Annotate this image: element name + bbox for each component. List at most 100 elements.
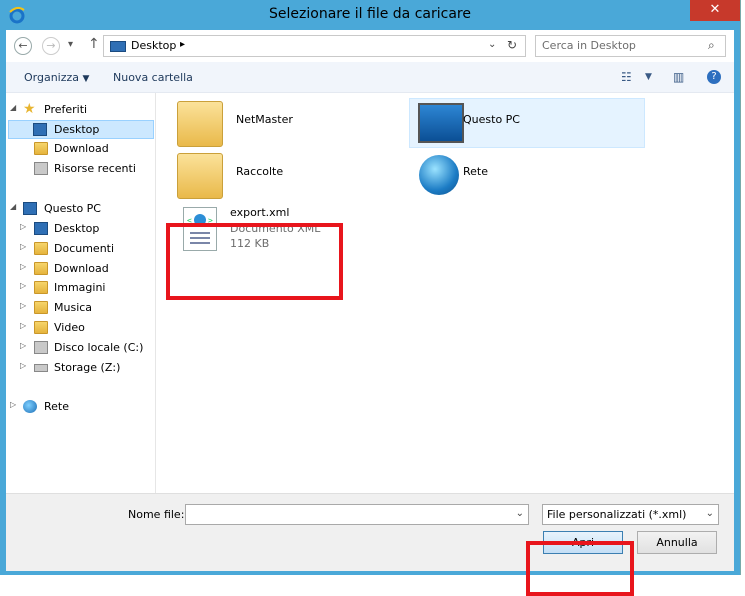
file-tile-netmaster[interactable]: NetMaster xyxy=(169,99,399,149)
highlight-box-open xyxy=(526,541,634,596)
preview-pane-icon[interactable]: ▥ xyxy=(673,70,684,84)
tree-label: Documenti xyxy=(54,242,115,255)
title-bar[interactable]: Selezionare il file da caricare ✕ xyxy=(0,0,740,30)
up-arrow-icon[interactable]: ↑ xyxy=(88,36,100,52)
tree-label: Rete xyxy=(44,400,69,413)
address-path[interactable]: Desktop xyxy=(131,39,176,52)
documents-folder-icon xyxy=(34,242,48,255)
filename-input[interactable]: ⌄ xyxy=(185,504,529,525)
tree-label: Desktop xyxy=(54,123,100,136)
computer-icon xyxy=(418,103,464,143)
file-name: export.xml xyxy=(230,206,290,219)
expand-chevron-icon[interactable]: ▷ xyxy=(20,321,26,330)
tree-item-local-disk[interactable]: ▷ Disco locale (C:) xyxy=(20,339,152,358)
network-globe-icon xyxy=(23,400,37,413)
tree-label: Preferiti xyxy=(44,103,88,116)
filename-label: Nome file: xyxy=(128,508,185,521)
tree-network[interactable]: ▷ Rete xyxy=(10,398,150,417)
navigation-pane: ◢ ★ Preferiti Desktop Download Risorse r… xyxy=(6,93,156,493)
dialog-footer: Nome file: ⌄ File personalizzati (*.xml)… xyxy=(6,493,734,596)
music-folder-icon xyxy=(34,301,48,314)
expand-chevron-icon[interactable]: ▷ xyxy=(10,400,16,409)
search-input[interactable]: Cerca in Desktop ⌕ xyxy=(535,35,726,57)
tree-item-recent[interactable]: Risorse recenti xyxy=(10,160,150,179)
download-folder-icon xyxy=(34,142,48,155)
tree-item-downloads[interactable]: ▷ Download xyxy=(20,260,150,279)
view-options-icon[interactable]: ☷ xyxy=(621,70,632,84)
dialog-title: Selezionare il file da caricare xyxy=(269,6,471,22)
video-folder-icon xyxy=(34,321,48,334)
file-type-filter-select[interactable]: File personalizzati (*.xml) ⌄ xyxy=(542,504,719,525)
hard-drive-icon xyxy=(34,341,48,354)
tree-label: Disco locale (C:) xyxy=(54,341,144,354)
tree-item-desktop-favorite[interactable]: Desktop xyxy=(8,120,154,139)
expand-chevron-icon[interactable]: ▷ xyxy=(20,281,26,290)
cancel-button[interactable]: Annulla xyxy=(637,531,717,554)
path-separator-chevron-icon[interactable]: ▸ xyxy=(180,39,185,50)
window-edge xyxy=(740,0,745,575)
desktop-icon xyxy=(34,222,48,235)
tree-this-pc[interactable]: ◢ Questo PC xyxy=(10,200,150,219)
recent-locations-chevron-icon[interactable]: ▾ xyxy=(68,39,73,50)
tree-item-storage[interactable]: ▷ Storage (Z:) xyxy=(20,359,150,378)
file-tile-this-pc[interactable]: Questo PC xyxy=(409,98,645,148)
tree-label: Musica xyxy=(54,301,93,314)
forward-arrow-icon[interactable]: → xyxy=(42,37,60,55)
file-dialog-window: Selezionare il file da caricare ✕ ← → ▾ … xyxy=(0,0,740,596)
chevron-down-icon: ▼ xyxy=(82,74,90,84)
star-icon: ★ xyxy=(23,101,36,117)
tree-favorites[interactable]: ◢ ★ Preferiti xyxy=(10,101,150,120)
tree-item-download-favorite[interactable]: Download xyxy=(10,140,150,159)
tree-label: Download xyxy=(54,262,109,275)
filter-dropdown-chevron-icon[interactable]: ⌄ xyxy=(706,508,714,519)
refresh-icon[interactable]: ↻ xyxy=(507,38,517,52)
file-name: Raccolte xyxy=(236,165,284,178)
close-button[interactable]: ✕ xyxy=(690,0,740,21)
address-field[interactable]: Desktop ▸ ⌄ ↻ xyxy=(103,35,526,57)
recent-places-icon xyxy=(34,162,48,175)
expand-chevron-icon[interactable]: ▷ xyxy=(20,341,26,350)
desktop-icon xyxy=(33,123,47,136)
search-placeholder: Cerca in Desktop xyxy=(542,39,636,52)
tree-label: Immagini xyxy=(54,281,106,294)
new-folder-button[interactable]: Nuova cartella xyxy=(113,71,193,84)
tree-label: Risorse recenti xyxy=(54,162,136,175)
tree-item-music[interactable]: ▷ Musica xyxy=(20,299,150,318)
tree-label: Desktop xyxy=(54,222,100,235)
tree-item-desktop[interactable]: ▷ Desktop xyxy=(20,220,150,239)
view-options-chevron-icon[interactable]: ▼ xyxy=(645,72,652,82)
tree-label: Storage (Z:) xyxy=(54,361,121,374)
highlight-box-file xyxy=(166,223,343,300)
computer-icon xyxy=(23,202,37,215)
tree-label: Video xyxy=(54,321,85,334)
pictures-folder-icon xyxy=(34,281,48,294)
command-toolbar: Organizza ▼ Nuova cartella ☷ ▼ ▥ ? xyxy=(6,62,734,93)
expand-chevron-icon[interactable]: ▷ xyxy=(20,361,26,370)
user-folder-icon xyxy=(177,101,223,147)
tree-item-pictures[interactable]: ▷ Immagini xyxy=(20,279,150,298)
file-name: NetMaster xyxy=(236,113,293,126)
file-name: Rete xyxy=(463,165,488,178)
help-icon[interactable]: ? xyxy=(707,70,721,84)
file-tile-network[interactable]: Rete xyxy=(409,151,645,201)
organize-button[interactable]: Organizza ▼ xyxy=(24,71,89,84)
tree-label: Download xyxy=(54,142,109,155)
filename-dropdown-chevron-icon[interactable]: ⌄ xyxy=(516,508,524,519)
expand-chevron-icon[interactable]: ▷ xyxy=(20,222,26,231)
collapse-chevron-icon[interactable]: ◢ xyxy=(10,202,16,211)
expand-chevron-icon[interactable]: ▷ xyxy=(20,301,26,310)
collapse-chevron-icon[interactable]: ◢ xyxy=(10,103,16,112)
file-name: Questo PC xyxy=(463,113,520,126)
desktop-icon xyxy=(110,41,126,52)
file-tile-libraries[interactable]: Raccolte xyxy=(169,151,399,201)
back-arrow-icon[interactable]: ← xyxy=(14,37,32,55)
organize-label: Organizza xyxy=(24,71,80,84)
expand-chevron-icon[interactable]: ▷ xyxy=(20,242,26,251)
tree-item-video[interactable]: ▷ Video xyxy=(20,319,150,338)
search-icon[interactable]: ⌕ xyxy=(708,38,715,53)
tree-item-documents[interactable]: ▷ Documenti xyxy=(20,240,150,259)
expand-chevron-icon[interactable]: ▷ xyxy=(20,262,26,271)
dialog-client-area: ← → ▾ ↑ Desktop ▸ ⌄ ↻ Cerca in Desktop ⌕… xyxy=(6,30,734,596)
address-dropdown-chevron-icon[interactable]: ⌄ xyxy=(488,39,496,50)
libraries-folder-icon xyxy=(177,153,223,199)
